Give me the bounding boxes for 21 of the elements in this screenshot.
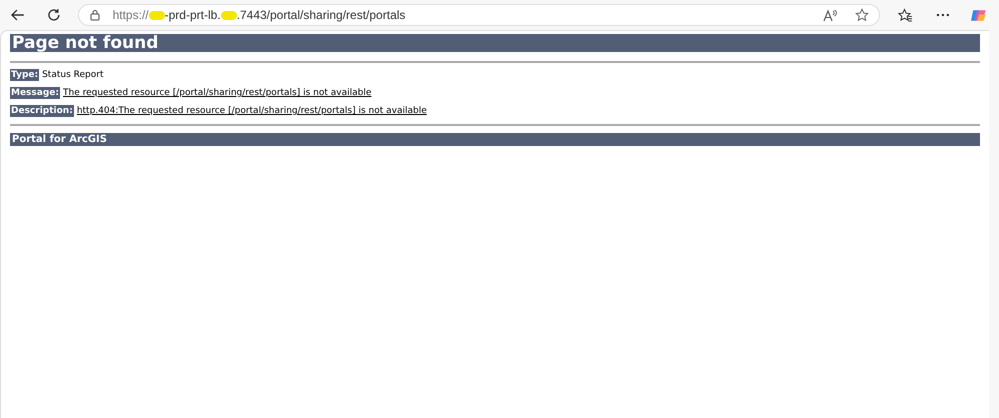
refresh-icon[interactable] xyxy=(46,7,62,23)
read-aloud-icon[interactable] xyxy=(822,8,837,22)
field-label: Description: xyxy=(10,105,74,117)
field-value: Status Report xyxy=(42,69,104,81)
url-text: https:// xyxy=(112,7,149,24)
url-text: -prd-prt-lb. xyxy=(164,7,221,24)
page-heading: Page not found xyxy=(10,34,980,52)
favorites-icon[interactable] xyxy=(898,8,912,22)
field-label: Message: xyxy=(10,87,60,99)
field-label: Type: xyxy=(10,69,40,81)
address-bar[interactable]: https:// -prd-prt-lb. .7443/portal/sharing/rest/portals xyxy=(78,4,880,26)
redaction-mark xyxy=(148,10,165,20)
url-text: .7443/portal/sharing/rest/portals xyxy=(236,7,406,24)
star-icon[interactable] xyxy=(854,8,869,22)
field-value: The requested resource [/portal/sharing/rest/portals] is not available xyxy=(63,87,372,99)
field-value: http.404:The requested resource [/portal/sharing/rest/portals] is not available xyxy=(76,105,427,117)
back-icon[interactable] xyxy=(10,7,26,23)
footer-bar: Portal for ArcGIS xyxy=(10,133,980,146)
redaction-mark xyxy=(220,10,237,20)
lock-icon xyxy=(88,9,101,21)
more-icon[interactable] xyxy=(936,13,950,17)
